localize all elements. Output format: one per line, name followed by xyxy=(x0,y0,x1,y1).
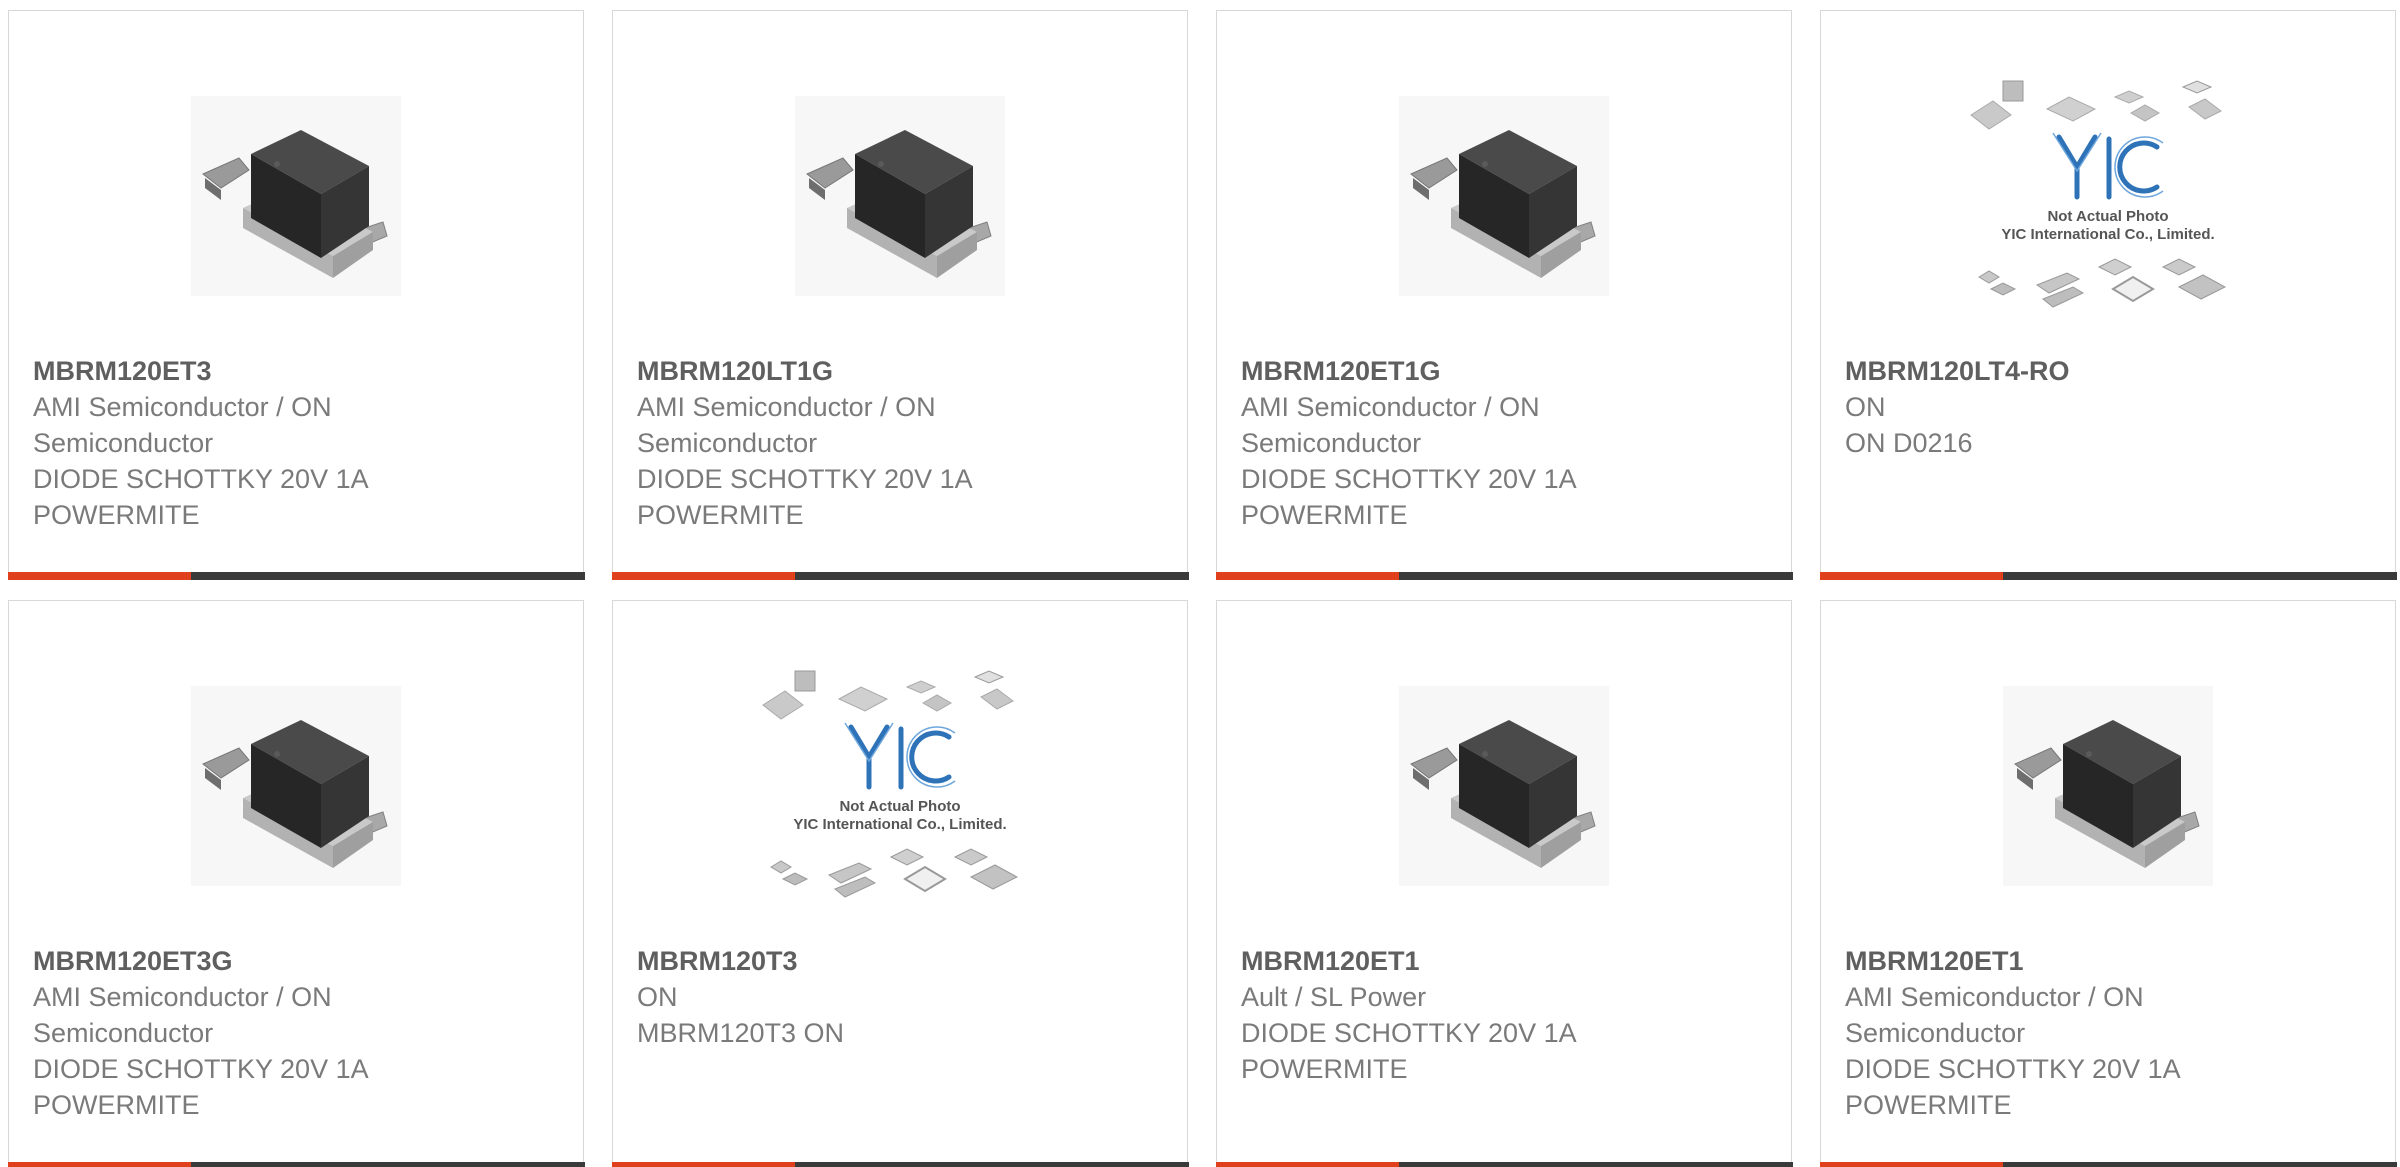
card-bottom-bar xyxy=(1819,1162,2397,1167)
card-bottom-bar xyxy=(611,1162,1189,1167)
manufacturer-text: AMI Semiconductor / ON Semiconductor xyxy=(637,392,936,458)
part-number-link[interactable]: MBRM120ET1 xyxy=(1845,943,2265,979)
description-text: DIODE SCHOTTKY 20V 1A POWERMITE xyxy=(1845,1054,2180,1120)
description-text: DIODE SCHOTTKY 20V 1A POWERMITE xyxy=(33,464,368,530)
part-number-link[interactable]: MBRM120LT4-RO xyxy=(1845,353,2265,389)
product-image[interactable] xyxy=(1821,661,2395,911)
card-accent-bar xyxy=(611,572,795,580)
product-image[interactable] xyxy=(1217,71,1791,321)
product-info: MBRM120ET1G AMI Semiconductor / ON Semic… xyxy=(1241,353,1661,533)
product-card[interactable]: MBRM120LT1G AMI Semiconductor / ON Semic… xyxy=(611,10,1189,580)
part-number-link[interactable]: MBRM120T3 xyxy=(637,943,1057,979)
svg-text:Not Actual Photo: Not Actual Photo xyxy=(839,798,960,815)
not-actual-photo-icon: Not Actual Photo YIC International Co., … xyxy=(1970,80,2227,308)
card-bottom-bar xyxy=(611,572,1189,580)
product-image[interactable]: Not Actual Photo YIC International Co., … xyxy=(1821,71,2395,321)
description-text: DIODE SCHOTTKY 20V 1A POWERMITE xyxy=(33,1054,368,1120)
product-info: MBRM120T3 ON MBRM120T3 ON xyxy=(637,943,1057,1051)
part-number-link[interactable]: MBRM120ET1 xyxy=(1241,943,1661,979)
part-number-link[interactable]: MBRM120LT1G xyxy=(637,353,1057,389)
product-info: MBRM120ET3 AMI Semiconductor / ON Semico… xyxy=(33,353,453,533)
card-accent-bar xyxy=(611,1162,795,1167)
product-card[interactable]: Not Actual Photo YIC International Co., … xyxy=(611,600,1189,1167)
card-bottom-bar xyxy=(1215,572,1793,580)
description-text: ON D0216 xyxy=(1845,428,1973,458)
svg-text:YIC International Co., Limited: YIC International Co., Limited. xyxy=(2001,226,2214,243)
card-bottom-bar xyxy=(7,572,585,580)
not-actual-photo-icon: Not Actual Photo YIC International Co., … xyxy=(762,670,1019,898)
product-info: MBRM120ET3G AMI Semiconductor / ON Semic… xyxy=(33,943,453,1123)
manufacturer-text: ON xyxy=(1845,392,1886,422)
card-bottom-bar xyxy=(7,1162,585,1167)
part-number-link[interactable]: MBRM120ET1G xyxy=(1241,353,1661,389)
product-grid: MBRM120ET3 AMI Semiconductor / ON Semico… xyxy=(0,0,2400,1167)
svg-text:Not Actual Photo: Not Actual Photo xyxy=(2047,208,2168,225)
description-text: DIODE SCHOTTKY 20V 1A POWERMITE xyxy=(1241,1018,1576,1084)
product-image[interactable] xyxy=(613,71,1187,321)
product-card[interactable]: MBRM120ET3G AMI Semiconductor / ON Semic… xyxy=(7,600,585,1167)
description-text: MBRM120T3 ON xyxy=(637,1018,845,1048)
card-accent-bar xyxy=(1215,572,1399,580)
card-accent-bar xyxy=(7,1162,191,1167)
manufacturer-text: Ault / SL Power xyxy=(1241,982,1427,1012)
card-accent-bar xyxy=(1215,1162,1399,1167)
description-text: DIODE SCHOTTKY 20V 1A POWERMITE xyxy=(1241,464,1576,530)
manufacturer-text: AMI Semiconductor / ON Semiconductor xyxy=(33,982,332,1048)
product-info: MBRM120LT1G AMI Semiconductor / ON Semic… xyxy=(637,353,1057,533)
manufacturer-text: AMI Semiconductor / ON Semiconductor xyxy=(1241,392,1540,458)
part-number-link[interactable]: MBRM120ET3G xyxy=(33,943,453,979)
powermite-diode-icon xyxy=(795,96,1005,296)
powermite-diode-icon xyxy=(1399,96,1609,296)
powermite-diode-icon xyxy=(2003,686,2213,886)
product-card[interactable]: Not Actual Photo YIC International Co., … xyxy=(1819,10,2397,580)
product-card[interactable]: MBRM120ET3 AMI Semiconductor / ON Semico… xyxy=(7,10,585,580)
product-card[interactable]: MBRM120ET1 AMI Semiconductor / ON Semico… xyxy=(1819,600,2397,1167)
card-bottom-bar xyxy=(1819,572,2397,580)
powermite-diode-icon xyxy=(1399,686,1609,886)
svg-text:YIC International Co., Limited: YIC International Co., Limited. xyxy=(793,816,1006,833)
powermite-diode-icon xyxy=(191,96,401,296)
card-accent-bar xyxy=(7,572,191,580)
card-bottom-bar xyxy=(1215,1162,1793,1167)
product-info: MBRM120ET1 AMI Semiconductor / ON Semico… xyxy=(1845,943,2265,1123)
product-card[interactable]: MBRM120ET1 Ault / SL Power DIODE SCHOTTK… xyxy=(1215,600,1793,1167)
product-info: MBRM120ET1 Ault / SL Power DIODE SCHOTTK… xyxy=(1241,943,1661,1087)
product-image[interactable] xyxy=(9,661,583,911)
manufacturer-text: ON xyxy=(637,982,678,1012)
card-accent-bar xyxy=(1819,1162,2003,1167)
manufacturer-text: AMI Semiconductor / ON Semiconductor xyxy=(1845,982,2144,1048)
description-text: DIODE SCHOTTKY 20V 1A POWERMITE xyxy=(637,464,972,530)
product-card[interactable]: MBRM120ET1G AMI Semiconductor / ON Semic… xyxy=(1215,10,1793,580)
product-info: MBRM120LT4-RO ON ON D0216 xyxy=(1845,353,2265,461)
card-accent-bar xyxy=(1819,572,2003,580)
manufacturer-text: AMI Semiconductor / ON Semiconductor xyxy=(33,392,332,458)
product-image[interactable]: Not Actual Photo YIC International Co., … xyxy=(613,661,1187,911)
product-image[interactable] xyxy=(1217,661,1791,911)
product-image[interactable] xyxy=(9,71,583,321)
part-number-link[interactable]: MBRM120ET3 xyxy=(33,353,453,389)
powermite-diode-icon xyxy=(191,686,401,886)
